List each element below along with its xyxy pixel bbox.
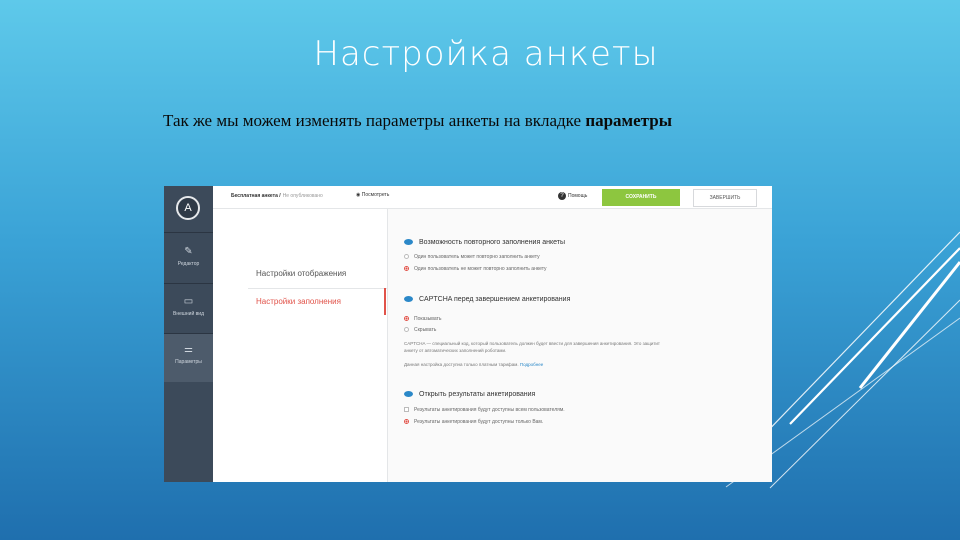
app-screenshot: A ✎ Редактор ▭ Внешний вид ⚌ Параметры Б… xyxy=(164,186,772,482)
left-sidebar: A ✎ Редактор ▭ Внешний вид ⚌ Параметры xyxy=(164,186,215,482)
subnav-display-settings[interactable]: Настройки отображения xyxy=(256,269,346,278)
more-link[interactable]: Подробнее xyxy=(520,362,543,367)
radio-option[interactable]: Скрывать xyxy=(404,327,436,333)
radio-option[interactable]: Результаты анкетирования будут доступны … xyxy=(404,419,543,425)
sidebar-item-label: Редактор xyxy=(177,261,200,267)
radio-button-selected[interactable] xyxy=(404,266,409,272)
radio-button-selected[interactable] xyxy=(404,419,409,425)
sidebar-item-parameters[interactable]: ⚌ Параметры xyxy=(164,334,215,382)
settings-subnav: Настройки отображения Настройки заполнен… xyxy=(213,209,388,482)
eye-icon: ◉ xyxy=(356,192,361,198)
subnav-filling-settings[interactable]: Настройки заполнения xyxy=(256,297,341,306)
eye-icon xyxy=(404,239,413,246)
breadcrumb: Бесплатная анкета / Не опубликовано xyxy=(231,193,323,199)
slide-title: Настройка анкеты xyxy=(313,34,659,74)
publish-status: Не опубликовано xyxy=(282,193,323,199)
toggles-icon: ⚌ xyxy=(184,344,193,355)
checkbox[interactable] xyxy=(404,407,409,413)
section-heading[interactable]: Возможность повторного заполнения анкеты xyxy=(404,239,565,246)
radio-option[interactable]: Один пользователь не может повторно запо… xyxy=(404,266,547,272)
pencil-icon: ✎ xyxy=(184,246,193,257)
sidebar-divider xyxy=(164,283,213,284)
active-indicator xyxy=(384,288,386,315)
app-logo[interactable]: A xyxy=(176,196,200,220)
help-link[interactable]: ? Помощь xyxy=(558,192,587,200)
sidebar-item-appearance[interactable]: ▭ Внешний вид xyxy=(164,286,213,334)
section-heading[interactable]: Открыть результаты анкетирования xyxy=(404,391,535,398)
monitor-icon: ▭ xyxy=(183,296,194,307)
radio-option[interactable]: Показывать xyxy=(404,316,441,322)
captcha-note: CAPTCHA — специальный код, который польз… xyxy=(404,341,660,353)
radio-button[interactable] xyxy=(404,327,409,333)
radio-option[interactable]: Один пользователь может повторно заполни… xyxy=(404,254,540,260)
top-toolbar: Бесплатная анкета / Не опубликовано ◉ Пос… xyxy=(213,186,772,209)
subtitle-bold-word: параметры xyxy=(585,111,672,130)
question-icon: ? xyxy=(558,192,566,200)
eye-icon xyxy=(404,391,413,398)
finish-button[interactable]: ЗАВЕРШИТЬ xyxy=(693,189,757,207)
settings-content: Возможность повторного заполнения анкеты… xyxy=(388,209,772,482)
sidebar-divider xyxy=(164,232,213,233)
radio-button-selected[interactable] xyxy=(404,316,409,322)
save-button[interactable]: СОХРАНИТЬ xyxy=(602,189,680,206)
sidebar-item-label: Параметры xyxy=(175,359,202,365)
section-heading[interactable]: CAPTCHA перед завершением анкетирования xyxy=(404,296,570,303)
sidebar-item-editor[interactable]: ✎ Редактор xyxy=(164,236,213,284)
eye-icon xyxy=(404,296,413,303)
preview-link[interactable]: ◉ Посмотреть xyxy=(356,192,389,198)
sidebar-item-label: Внешний вид xyxy=(173,311,204,317)
radio-button[interactable] xyxy=(404,254,409,260)
subnav-divider xyxy=(248,288,387,289)
checkbox-option[interactable]: Результаты анкетирования будут доступны … xyxy=(404,407,565,413)
slide-subtitle: Так же мы можем изменять параметры анкет… xyxy=(163,111,672,130)
captcha-paid-note: Данная настройка доступна только платным… xyxy=(404,362,544,367)
